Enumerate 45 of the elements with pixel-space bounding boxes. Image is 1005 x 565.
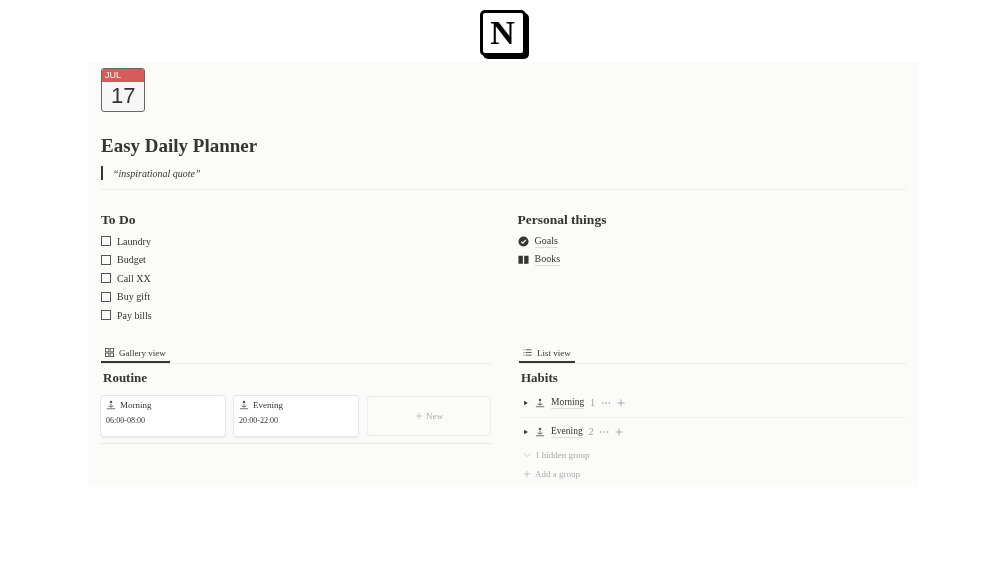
todo-label: Pay bills — [117, 309, 152, 321]
card-title: Morning — [120, 399, 152, 410]
card-time: 20:00-22:00 — [239, 415, 280, 425]
card-title: Evening — [253, 399, 283, 410]
plus-icon — [415, 411, 423, 420]
checkbox[interactable] — [101, 254, 111, 265]
view-tab[interactable]: List view — [519, 344, 575, 363]
quote-text: “inspirational quote” — [113, 167, 201, 179]
checkbox[interactable] — [101, 236, 111, 247]
card-time: 06:00-08:00 — [106, 415, 147, 425]
group-count: 1 — [590, 397, 595, 408]
todo-label: Budget — [117, 254, 146, 266]
check-circle-icon — [517, 235, 529, 247]
plus-icon — [523, 470, 531, 478]
database-title: Routine — [103, 368, 149, 387]
checkbox[interactable] — [101, 291, 111, 302]
person-icon — [239, 399, 249, 410]
person-icon — [535, 426, 545, 437]
logo-icon: N — [479, 10, 526, 56]
gallery-card[interactable]: Evening 20:00-22:00 — [234, 395, 358, 436]
chevron-icon — [523, 451, 531, 459]
checkbox[interactable] — [101, 273, 111, 284]
checkbox[interactable] — [101, 310, 111, 321]
group-name[interactable]: Morning — [551, 396, 585, 409]
page-link[interactable]: Goals — [534, 234, 558, 248]
toggle-icon[interactable] — [523, 428, 529, 435]
section-heading: Personal things — [517, 211, 608, 229]
group-name[interactable]: Evening — [551, 425, 583, 438]
section-heading: To Do — [101, 211, 137, 229]
view-tab[interactable]: Gallery view — [101, 344, 170, 363]
grid-icon — [105, 348, 114, 357]
todo-label: Laundry — [117, 235, 151, 247]
person-icon — [535, 397, 545, 408]
group-count: 2 — [588, 426, 594, 437]
toggle-icon[interactable] — [523, 399, 529, 406]
todo-label: Call XX — [117, 272, 151, 284]
database-title: Habits — [521, 368, 559, 387]
page-title: Easy Daily Planner — [101, 134, 259, 158]
page-link[interactable]: Books — [534, 253, 561, 267]
todo-label: Buy gift — [117, 291, 151, 303]
calendar-icon: JUL 17 — [101, 68, 145, 112]
list-icon — [523, 348, 532, 357]
gallery-card[interactable]: Morning 06:00-08:00 — [101, 395, 225, 436]
book-icon — [517, 254, 529, 266]
person-icon — [106, 399, 116, 410]
